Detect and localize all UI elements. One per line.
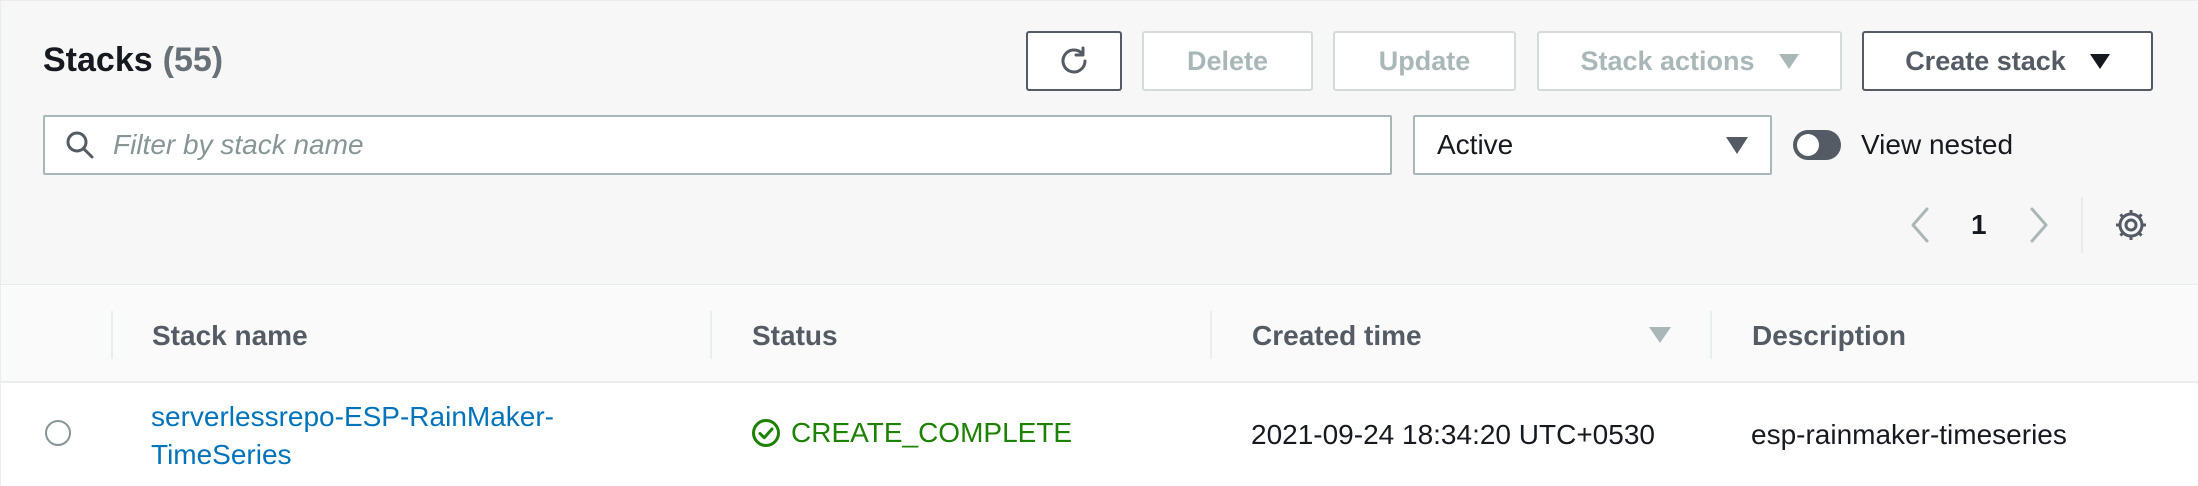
column-divider (1210, 311, 1212, 359)
stack-actions-button[interactable]: Stack actions (1537, 31, 1842, 91)
search-icon (66, 131, 94, 159)
stack-name-link[interactable]: serverlessrepo-ESP-RainMaker-TimeSeries (151, 398, 591, 474)
stack-count: (55) (162, 41, 224, 79)
created-time-cell: 2021-09-24 18:34:20 UTC+0530 (1251, 419, 1655, 450)
pager-divider (2081, 197, 2083, 253)
update-button[interactable]: Update (1333, 31, 1516, 91)
view-nested-toggle[interactable] (1793, 130, 1841, 160)
status-cell: CREATE_COMPLETE (751, 417, 1072, 449)
column-header-status[interactable]: Status (752, 320, 838, 352)
stack-actions-label: Stack actions (1580, 45, 1755, 76)
column-divider (111, 311, 113, 359)
gear-icon[interactable] (2113, 207, 2149, 243)
column-divider (1710, 311, 1712, 359)
status-filter-value: Active (1437, 129, 1514, 160)
search-input[interactable] (113, 129, 1353, 161)
refresh-button[interactable] (1026, 31, 1122, 91)
status-text: CREATE_COMPLETE (791, 417, 1073, 448)
chevron-right-icon[interactable] (2026, 205, 2052, 245)
status-filter-select[interactable]: Active (1413, 115, 1772, 175)
caret-down-icon (2089, 53, 2110, 69)
page-title: Stacks (55) (43, 41, 223, 80)
view-nested-label: View nested (1861, 129, 2014, 160)
delete-button[interactable]: Delete (1142, 31, 1313, 91)
column-header-stack-name[interactable]: Stack name (152, 320, 308, 352)
refresh-icon (1061, 46, 1087, 74)
caret-down-icon (1726, 136, 1748, 154)
chevron-left-icon[interactable] (1907, 205, 1933, 245)
search-field[interactable] (43, 115, 1392, 175)
column-header-created-time[interactable]: Created time (1252, 320, 1422, 352)
sort-descending-icon[interactable] (1649, 327, 1671, 343)
page-title-text: Stacks (43, 41, 153, 79)
table-row[interactable]: serverlessrepo-ESP-RainMaker-TimeSeries … (1, 384, 2198, 486)
column-divider (710, 311, 712, 359)
caret-down-icon (1778, 53, 1799, 69)
description-cell: esp-rainmaker-timeseries (1751, 419, 2067, 450)
table-header: Stack name Status Created time Descripti… (1, 286, 2198, 383)
stacks-panel: Stacks (55) Delete Update Stack actions C… (0, 0, 2198, 486)
row-select-radio[interactable] (45, 420, 71, 446)
check-circle-icon (752, 419, 780, 447)
stacks-header: Stacks (55) Delete Update Stack actions C… (1, 1, 2198, 285)
column-header-description[interactable]: Description (1752, 320, 1906, 352)
current-page-number[interactable]: 1 (1971, 209, 1987, 241)
create-stack-button[interactable]: Create stack (1862, 31, 2153, 91)
create-stack-label: Create stack (1905, 45, 2066, 76)
